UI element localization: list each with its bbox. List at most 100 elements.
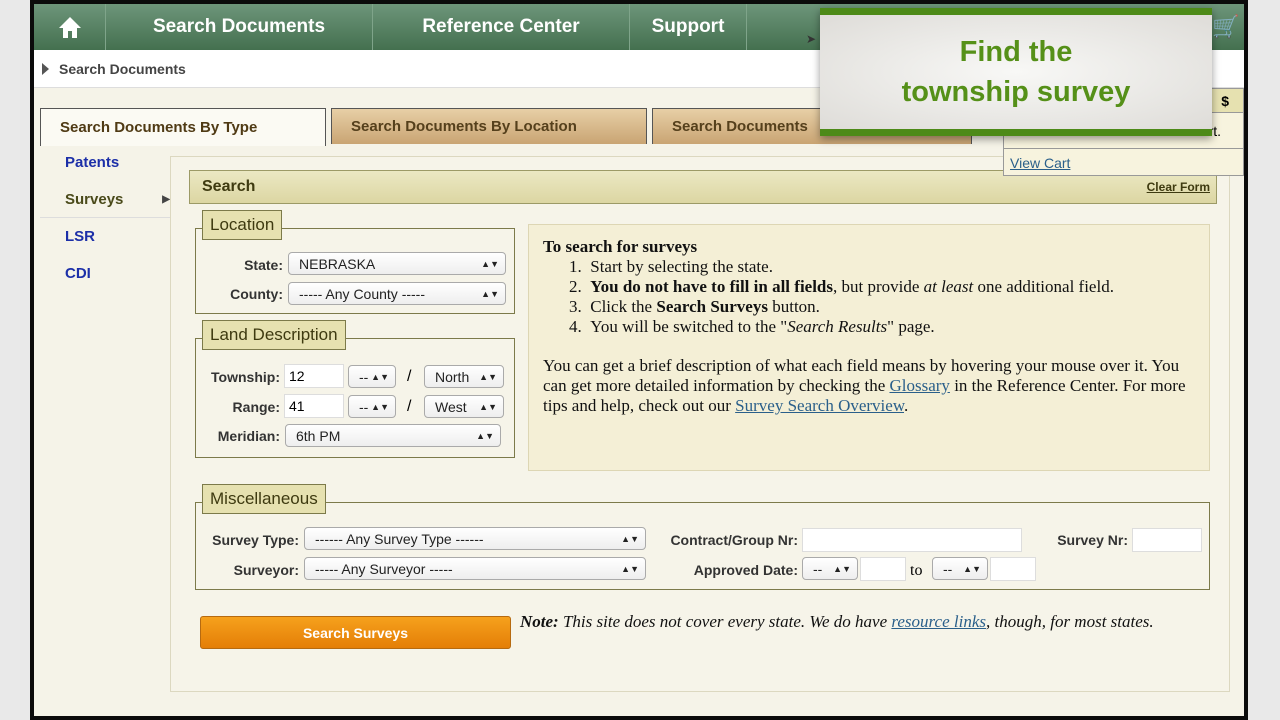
caption-line: township survey (901, 76, 1131, 108)
page: Search Documents Reference Center Suppor… (34, 4, 1244, 716)
survey-type-select[interactable]: ------ Any Survey Type ------ ▲▼ (304, 527, 646, 550)
separator: / (407, 368, 412, 385)
miscellaneous-legend: Miscellaneous (202, 484, 326, 514)
sidebar-item-label: Surveys (65, 190, 124, 208)
instruction-steps: 1. Start by selecting the state. 2. You … (543, 257, 1195, 337)
view-cart-link[interactable]: View Cart (1004, 149, 1243, 177)
caret-right-icon (42, 62, 49, 75)
select-arrows-icon: ▲▼ (481, 288, 499, 299)
range-modifier-value: -- (359, 398, 369, 415)
meridian-label: Meridian: (217, 428, 280, 444)
select-arrows-icon: ▲▼ (833, 563, 851, 574)
state-select[interactable]: NEBRASKA ▲▼ (288, 252, 506, 275)
note-text: This site does not cover every state. We… (558, 612, 892, 631)
step-text: button. (767, 297, 820, 316)
search-surveys-button[interactable]: Search Surveys (200, 616, 511, 649)
township-modifier-select[interactable]: -- ▲▼ (348, 365, 396, 388)
location-legend: Location (202, 210, 283, 240)
land-description-legend: Land Description (202, 320, 346, 350)
note-text: , though, for most states. (986, 612, 1154, 631)
approved-from-value: -- (813, 560, 823, 577)
contract-group-input[interactable] (802, 528, 1022, 552)
step-4: 4. You will be switched to the "Search R… (569, 317, 935, 336)
township-direction-select[interactable]: North ▲▼ (424, 365, 504, 388)
meridian-value: 6th PM (296, 427, 341, 444)
survey-nr-input[interactable] (1132, 528, 1202, 552)
survey-search-overview-link[interactable]: Survey Search Overview (735, 396, 904, 415)
approved-to-year-input[interactable] (990, 557, 1036, 581)
surveyor-label: Surveyor: (233, 562, 299, 578)
instructions-title: To search for surveys (543, 237, 698, 256)
help-paragraph: You can get a brief description of what … (543, 356, 1195, 416)
select-arrows-icon: ▲▼ (371, 401, 389, 412)
step-text: field. (1078, 277, 1114, 296)
range-modifier-select[interactable]: -- ▲▼ (348, 395, 396, 418)
glossary-link[interactable]: Glossary (889, 376, 949, 395)
search-title: Search (202, 178, 256, 195)
clear-form-link[interactable]: Clear Form (1147, 180, 1210, 194)
select-arrows-icon: ▲▼ (621, 563, 639, 574)
select-arrows-icon: ▲▼ (476, 430, 494, 441)
select-arrows-icon: ▲▼ (479, 401, 497, 412)
range-direction-select[interactable]: West ▲▼ (424, 395, 504, 418)
county-value: ----- Any County ----- (299, 285, 425, 302)
breadcrumb-item[interactable]: Search Documents (59, 61, 186, 77)
sidebar-item-surveys[interactable]: Surveys ▶ (40, 181, 170, 218)
approved-to-select[interactable]: -- ▲▼ (932, 557, 988, 580)
nav-support[interactable]: Support (630, 4, 747, 50)
survey-nr-label: Survey Nr: (1057, 532, 1128, 548)
select-arrows-icon: ▲▼ (963, 563, 981, 574)
select-arrows-icon: ▲▼ (621, 533, 639, 544)
nav-reference-center[interactable]: Reference Center (373, 4, 630, 50)
approved-date-label: Approved Date: (693, 562, 798, 578)
step-text: Click the (590, 297, 657, 316)
county-select[interactable]: ----- Any County ----- ▲▼ (288, 282, 506, 305)
step-text: " page. (887, 317, 935, 336)
step-bold: You do not have to fill in all fields (590, 277, 834, 296)
sidebar-item-cdi[interactable]: CDI (40, 255, 170, 292)
surveyor-select[interactable]: ----- Any Surveyor ----- ▲▼ (304, 557, 646, 580)
note-label: Note: (520, 612, 559, 631)
meridian-select[interactable]: 6th PM ▲▼ (285, 424, 501, 447)
select-arrows-icon: ▲▼ (481, 258, 499, 269)
approved-to-value: -- (943, 560, 953, 577)
state-value: NEBRASKA (299, 255, 376, 272)
resource-links-link[interactable]: resource links (891, 612, 986, 631)
help-text: . (904, 396, 909, 415)
select-arrows-icon: ▲▼ (371, 371, 389, 382)
step-2: 2. You do not have to fill in all fields… (569, 277, 1114, 296)
range-label: Range: (232, 399, 280, 415)
nav-search-documents[interactable]: Search Documents (106, 4, 373, 50)
range-direction-value: West (435, 398, 467, 415)
sidebar-item-lsr[interactable]: LSR (40, 218, 170, 255)
survey-type-label: Survey Type: (212, 532, 299, 548)
video-caption-overlay: Find the township survey (820, 8, 1212, 136)
step-text: You will be switched to the " (590, 317, 788, 336)
step-3: 3. Click the Search Surveys button. (569, 297, 820, 316)
tab-by-type[interactable]: Search Documents By Type (40, 108, 326, 146)
separator: / (407, 398, 412, 415)
step-text: one additional (973, 277, 1075, 296)
contract-group-label: Contract/Group Nr: (670, 532, 798, 548)
surveyor-value: ----- Any Surveyor ----- (315, 560, 453, 577)
to-label: to (910, 562, 923, 579)
township-direction-value: North (435, 368, 470, 385)
step-bold: Search Surveys (656, 297, 768, 316)
approved-from-select[interactable]: -- ▲▼ (802, 557, 858, 580)
instructions-box: To search for surveys 1. Start by select… (528, 224, 1210, 471)
shopping-cart-icon[interactable]: 🛒 (1212, 14, 1239, 40)
home-icon[interactable] (34, 4, 106, 50)
tab-by-location[interactable]: Search Documents By Location (331, 108, 647, 144)
sidebar-item-patents[interactable]: Patents (40, 144, 170, 181)
step-emphasis: at least (923, 277, 974, 296)
county-label: County: (230, 286, 283, 302)
state-label: State: (244, 257, 283, 273)
note: Note: This site does not cover every sta… (520, 612, 1220, 632)
select-arrows-icon: ▲▼ (479, 371, 497, 382)
step-1: 1. Start by selecting the state. (569, 257, 773, 276)
caption-line: Find the (959, 36, 1073, 68)
range-input[interactable]: 41 (284, 394, 344, 418)
township-input[interactable]: 12 (284, 364, 344, 388)
step-text: Start by selecting the state. (590, 257, 773, 276)
approved-from-year-input[interactable] (860, 557, 906, 581)
